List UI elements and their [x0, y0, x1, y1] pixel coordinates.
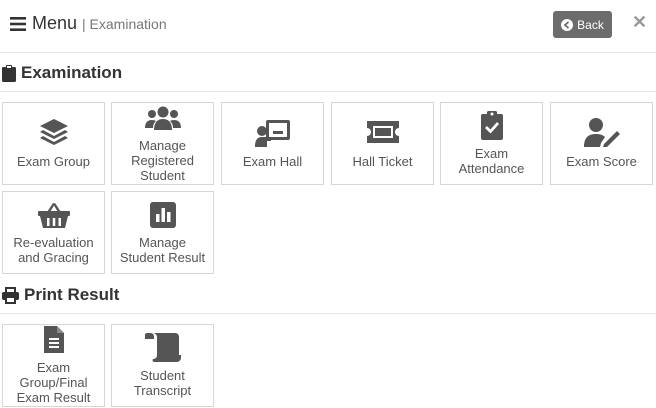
shopping-basket-icon	[37, 203, 70, 228]
tile-label-line: Manage	[139, 138, 186, 153]
user-edit-icon	[583, 118, 620, 147]
tile-label: Exam Group/Final Exam Result	[5, 360, 102, 405]
tile-label-line: Manage	[139, 235, 186, 250]
tile-label-line: Student Result	[119, 250, 206, 265]
chart-bar-square-icon	[149, 202, 176, 228]
tile-label: Manage Registered Student	[114, 138, 211, 183]
tile-exam-group-final-result[interactable]: Exam Group/Final Exam Result	[2, 324, 105, 407]
breadcrumb: | Examination	[82, 15, 167, 32]
tile-label-line: Attendance	[458, 161, 525, 176]
tile-label-line: Student	[140, 368, 185, 383]
divider	[0, 91, 656, 92]
layer-group-icon	[39, 119, 68, 145]
tile-label-line: Exam	[36, 360, 71, 375]
tile-manage-student-result[interactable]: Manage Student Result	[111, 191, 214, 274]
tile-label: Manage Student Result	[114, 235, 211, 265]
arrow-circle-left-icon	[561, 18, 574, 31]
tile-label: Student Transcript	[114, 368, 211, 398]
tile-label: Exam Attendance	[443, 146, 540, 176]
tile-label-line: and Gracing	[18, 250, 89, 265]
tile-label: Hall Ticket	[352, 154, 413, 169]
tile-exam-group[interactable]: Exam Group	[2, 102, 105, 185]
clipboard-check-icon	[480, 111, 503, 140]
close-icon[interactable]: ✕	[632, 12, 647, 32]
tile-label: Exam Hall	[242, 154, 303, 169]
tile-exam-attendance[interactable]: Exam Attendance	[440, 102, 543, 185]
file-alt-icon	[43, 326, 64, 353]
tile-manage-registered-student[interactable]: Manage Registered Student	[111, 102, 214, 185]
section-title-print-result: Print Result	[2, 285, 119, 305]
tile-label-line: Group/Final	[19, 375, 88, 390]
back-button[interactable]: Back	[553, 11, 612, 38]
ticket-icon	[366, 121, 399, 143]
tile-label-line: Exam	[474, 146, 509, 161]
menu-title[interactable]: Menu | Examination	[10, 13, 167, 34]
tile-label: Exam Group	[17, 154, 90, 169]
hamburger-icon	[10, 16, 26, 31]
tile-label-line: Exam Result	[16, 390, 91, 405]
divider	[0, 313, 656, 314]
tile-label-line: Student	[140, 168, 185, 183]
tile-label-line: Transcript	[133, 383, 192, 398]
tile-label: Exam Score	[566, 154, 637, 169]
tile-exam-score[interactable]: Exam Score	[550, 102, 653, 185]
tile-hall-ticket[interactable]: Hall Ticket	[331, 102, 434, 185]
scroll-icon	[144, 333, 181, 362]
print-icon	[2, 286, 19, 304]
top-header: Menu | Examination Back ✕	[0, 0, 656, 53]
tile-label: Re-evaluation and Gracing	[5, 235, 102, 265]
section-title-text: Print Result	[24, 285, 120, 304]
tile-label-line: Re-evaluation	[13, 235, 94, 250]
clipboard-icon	[2, 64, 16, 82]
chalkboard-teacher-icon	[254, 120, 290, 147]
section-title-text: Examination	[21, 63, 123, 82]
menu-label: Menu	[32, 13, 78, 33]
tile-label-line: Registered	[131, 153, 194, 168]
tile-reevaluation-gracing[interactable]: Re-evaluation and Gracing	[2, 191, 105, 274]
tile-exam-hall[interactable]: Exam Hall	[221, 102, 324, 185]
users-icon	[144, 106, 181, 130]
back-label: Back	[577, 17, 604, 32]
tile-student-transcript[interactable]: Student Transcript	[111, 324, 214, 407]
section-title-examination: Examination	[2, 63, 122, 83]
